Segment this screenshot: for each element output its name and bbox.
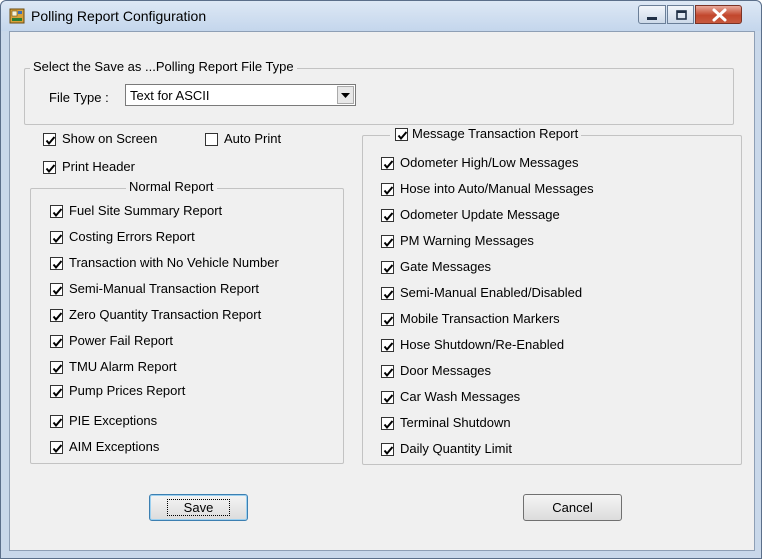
show-on-screen-label: Show on Screen [62,131,158,146]
message-report-item-checkbox[interactable] [381,287,394,300]
check-icon [383,160,394,170]
check-icon [52,312,63,322]
normal-report-item-label: Pump Prices Report [69,383,186,398]
message-report-item-checkbox[interactable] [381,339,394,352]
normal-report-item-checkbox[interactable] [50,335,63,348]
message-report-item-label: Semi-Manual Enabled/Disabled [400,285,583,300]
message-report-item-label: Mobile Transaction Markers [400,311,560,326]
normal-report-item-checkbox[interactable] [50,309,63,322]
cancel-button[interactable]: Cancel [523,494,622,521]
normal-report-item-checkbox[interactable] [50,361,63,374]
message-report-legend: Message Transaction Report [390,126,582,141]
file-type-select[interactable]: Text for ASCII [125,84,356,106]
check-icon [383,264,394,274]
check-icon [52,260,63,270]
print-header-label: Print Header [62,159,135,174]
message-report-item-checkbox[interactable] [381,157,394,170]
message-report-item-checkbox[interactable] [381,365,394,378]
check-icon [383,342,394,352]
normal-report-item-checkbox[interactable] [50,257,63,270]
check-icon [383,368,394,378]
check-icon [52,364,63,374]
check-icon [383,446,394,456]
maximize-button[interactable] [667,5,694,24]
check-icon [52,338,63,348]
message-report-item-label: Hose into Auto/Manual Messages [400,181,594,196]
file-type-value: Text for ASCII [130,88,210,103]
window-title: Polling Report Configuration [31,8,207,24]
normal-report-item-label: Semi-Manual Transaction Report [69,281,260,296]
normal-report-item-checkbox[interactable] [50,231,63,244]
dialog-window: Polling Report Configuration Select the … [0,0,762,559]
message-report-item-checkbox[interactable] [381,313,394,326]
normal-report-item-label: PIE Exceptions [69,413,158,428]
check-icon [52,388,63,398]
message-report-item-label: Odometer Update Message [400,207,560,222]
message-report-item-checkbox[interactable] [381,209,394,222]
auto-print-label: Auto Print [224,131,282,146]
check-icon [383,316,394,326]
show-on-screen-checkbox[interactable] [43,133,56,146]
message-report-item-label: Daily Quantity Limit [400,441,512,456]
dropdown-button[interactable] [337,86,354,104]
message-report-item-checkbox[interactable] [381,417,394,430]
message-report-item-checkbox[interactable] [381,235,394,248]
normal-report-item-label: Power Fail Report [69,333,174,348]
minimize-button[interactable] [638,5,666,24]
normal-report-item-label: Zero Quantity Transaction Report [69,307,262,322]
file-type-group-legend: Select the Save as ...Polling Report Fil… [30,59,297,74]
check-icon [52,234,63,244]
check-icon [52,444,63,454]
message-report-item-checkbox[interactable] [381,391,394,404]
message-report-item-label: Hose Shutdown/Re-Enabled [400,337,565,352]
normal-report-item-label: Fuel Site Summary Report [69,203,223,218]
normal-report-item-label: TMU Alarm Report [69,359,177,374]
message-report-item-label: Door Messages [400,363,492,378]
save-button[interactable]: Save [149,494,248,521]
check-icon [383,290,394,300]
maximize-icon [676,10,687,20]
chevron-down-icon [341,93,350,98]
check-icon [397,131,408,141]
dialog-client-area: Select the Save as ...Polling Report Fil… [9,31,755,551]
close-icon [712,8,727,22]
title-bar[interactable]: Polling Report Configuration [1,1,761,31]
check-icon [45,136,56,146]
check-icon [383,212,394,222]
minimize-icon [647,17,657,20]
message-report-item-label: Odometer High/Low Messages [400,155,579,170]
normal-report-item-label: Transaction with No Vehicle Number [69,255,279,270]
check-icon [52,418,63,428]
check-icon [52,286,63,296]
check-icon [383,186,394,196]
normal-report-item-checkbox[interactable] [50,415,63,428]
check-icon [383,420,394,430]
check-icon [383,238,394,248]
message-report-item-checkbox[interactable] [381,261,394,274]
normal-report-legend: Normal Report [126,179,217,194]
normal-report-item-checkbox[interactable] [50,441,63,454]
normal-report-item-checkbox[interactable] [50,385,63,398]
print-header-checkbox[interactable] [43,161,56,174]
normal-report-item-label: AIM Exceptions [69,439,160,454]
message-report-item-label: PM Warning Messages [400,233,534,248]
message-report-item-checkbox[interactable] [381,183,394,196]
message-report-checkbox[interactable] [395,128,408,141]
auto-print-checkbox[interactable] [205,133,218,146]
check-icon [52,208,63,218]
check-icon [383,394,394,404]
message-report-item-label: Gate Messages [400,259,492,274]
app-icon [9,8,25,24]
file-type-label: File Type : [49,90,109,105]
normal-report-item-checkbox[interactable] [50,283,63,296]
normal-report-item-checkbox[interactable] [50,205,63,218]
message-report-item-label: Terminal Shutdown [400,415,511,430]
close-button[interactable] [695,5,742,24]
normal-report-item-label: Costing Errors Report [69,229,195,244]
message-report-item-checkbox[interactable] [381,443,394,456]
message-report-item-label: Car Wash Messages [400,389,521,404]
check-icon [45,164,56,174]
save-button-label: Save [166,499,231,516]
